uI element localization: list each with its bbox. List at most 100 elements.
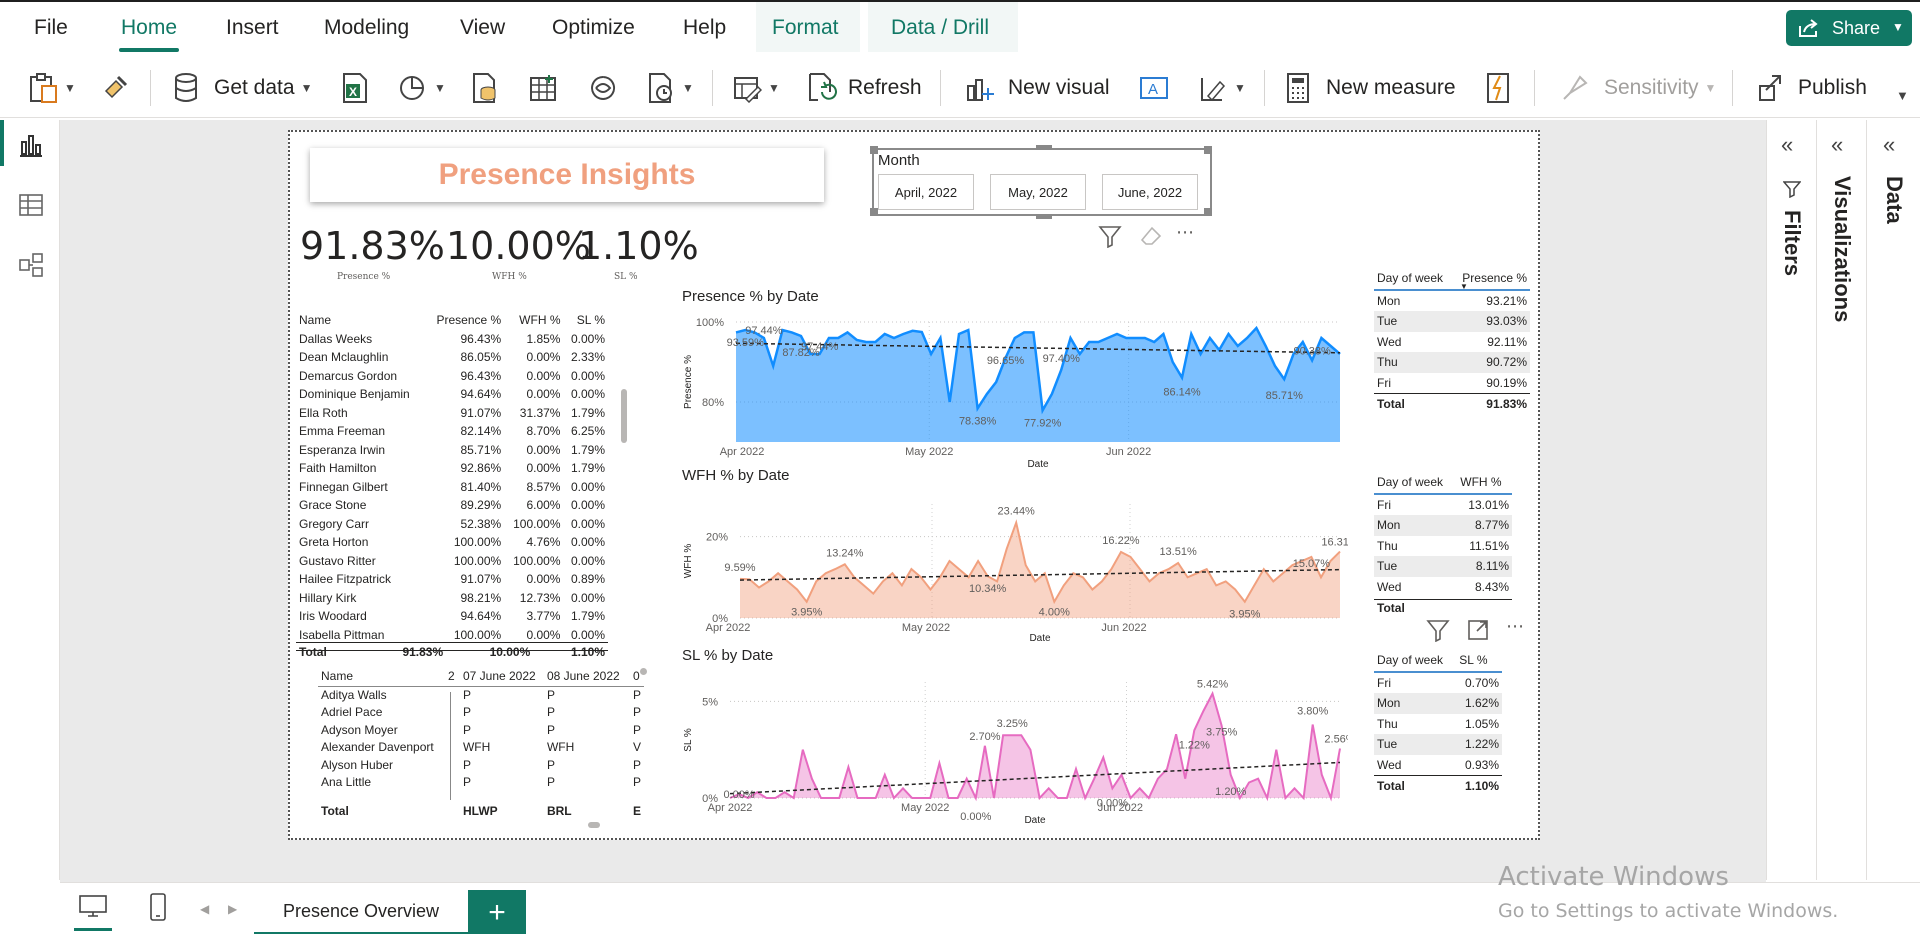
table-row[interactable]: Demarcus Gordon 96.43% 0.00% 0.00% [296, 367, 608, 386]
resize-handle[interactable] [1036, 145, 1052, 150]
sql-server-button[interactable] [470, 68, 500, 108]
share-button[interactable]: Share ▼ [1786, 10, 1912, 46]
visualizations-collapse-icon[interactable]: « [1831, 132, 1843, 158]
menu-file[interactable]: File [34, 16, 68, 40]
visualizations-pane[interactable]: « Visualizations [1816, 120, 1866, 880]
visual-more-options-icon[interactable]: ⋯ [1506, 616, 1524, 637]
column-header-presence[interactable]: Presence % [426, 311, 505, 330]
table-row[interactable]: Thu 11.51% [1374, 536, 1512, 557]
excel-button[interactable]: X [340, 68, 370, 108]
table-row[interactable]: Faith Hamilton 92.86% 0.00% 1.79% [296, 459, 608, 478]
table-row[interactable]: Iris Woodard 94.64% 3.77% 1.79% [296, 607, 608, 626]
menu-optimize[interactable]: Optimize [552, 16, 635, 40]
data-collapse-icon[interactable]: « [1883, 132, 1895, 158]
matrix-row[interactable]: Adyson Moyer P P P [318, 722, 644, 740]
slicer-option-june[interactable]: June, 2022 [1102, 174, 1198, 210]
column-header-day[interactable]: Day of week [1374, 268, 1453, 291]
menu-view[interactable]: View [460, 16, 505, 40]
column-header-sl[interactable]: SL % [563, 311, 608, 330]
table-row[interactable]: Thu 1.05% [1374, 714, 1502, 735]
column-header-wfh[interactable]: WFH % [1457, 472, 1512, 495]
table-row[interactable]: Emma Freeman 82.14% 8.70% 6.25% [296, 422, 608, 441]
resize-handle[interactable] [1036, 214, 1052, 219]
menu-help[interactable]: Help [683, 16, 726, 40]
transform-data-button[interactable]: ▼ [732, 68, 780, 108]
slicer-option-april[interactable]: April, 2022 [878, 174, 974, 210]
table-row[interactable]: Thu 90.72% [1374, 352, 1530, 373]
clear-selections-eraser-icon[interactable] [1138, 224, 1162, 248]
slicer-option-may[interactable]: May, 2022 [990, 174, 1086, 210]
column-header-day[interactable]: Day of week [1374, 472, 1458, 495]
filters-collapse-icon[interactable]: « [1781, 132, 1793, 158]
table-row[interactable]: Hailee Fitzpatrick 91.07% 0.00% 0.89% [296, 570, 608, 589]
sl-by-date-chart[interactable]: 5%0%Apr 2022 May 2022 Jun 2022DateSL %0.00… [680, 668, 1348, 824]
enter-data-button[interactable] [528, 68, 558, 108]
new-visual-button[interactable]: New visual [964, 68, 1110, 108]
next-page-icon[interactable]: ▶ [228, 902, 237, 916]
table-row[interactable]: Greta Horton 100.00% 4.76% 0.00% [296, 533, 608, 552]
more-visuals-button[interactable]: ▼ [1198, 68, 1246, 108]
table-row[interactable]: Mon 1.62% [1374, 693, 1502, 714]
table-row[interactable]: Mon 93.21% [1374, 290, 1530, 312]
model-view-icon[interactable] [18, 252, 44, 278]
matrix-row[interactable]: Aditya Walls P P P [318, 686, 644, 704]
filters-pane[interactable]: « Filters [1766, 120, 1816, 880]
menu-insert[interactable]: Insert [226, 16, 279, 40]
resize-handle[interactable] [1204, 146, 1212, 154]
quick-measure-button[interactable] [1484, 68, 1512, 108]
slicer-more-options-icon[interactable]: ⋯ [1176, 222, 1194, 243]
resize-handle[interactable] [1204, 208, 1212, 216]
menu-home[interactable]: Home [121, 16, 177, 40]
matrix-header-june-07[interactable]: 07 June 2022 [460, 667, 544, 686]
resize-handle[interactable] [870, 146, 878, 154]
menu-modeling[interactable]: Modeling [324, 16, 409, 40]
resize-handle[interactable] [870, 208, 878, 216]
column-header-sl[interactable]: SL % [1456, 650, 1502, 673]
refresh-button[interactable]: Refresh [806, 68, 922, 108]
matrix-row[interactable]: Alyson Huber P P P [318, 757, 644, 775]
paste-button[interactable]: ▼ [28, 68, 76, 108]
table-row[interactable]: Wed 92.11% [1374, 332, 1530, 353]
table-row[interactable]: Tue 93.03% [1374, 311, 1530, 332]
mobile-layout-icon[interactable] [148, 892, 168, 922]
data-pane[interactable]: « Data [1866, 120, 1920, 880]
matrix-header-name[interactable]: Name [318, 667, 448, 686]
matrix-row[interactable]: Alexander Davenport WFH WFH V [318, 739, 644, 757]
get-data-button[interactable]: Get data ▼ [172, 68, 312, 108]
column-header-day[interactable]: Day of week [1374, 650, 1457, 673]
table-row[interactable]: Wed 0.93% [1374, 755, 1502, 776]
table-row[interactable]: Esperanza Irwin 85.71% 0.00% 1.79% [296, 441, 608, 460]
sensitivity-button[interactable]: Sensitivity ▼ [1560, 68, 1716, 108]
presence-by-date-chart[interactable]: 100% 80% Apr 2022 May 2022 Jun 2022 Date Prese… [680, 308, 1348, 468]
table-row[interactable]: Tue 1.22% [1374, 734, 1502, 755]
matrix-header-june-08[interactable]: 08 June 2022 [544, 667, 630, 686]
format-painter-button[interactable] [100, 68, 130, 108]
table-row[interactable]: Dominique Benjamin 94.64% 0.00% 0.00% [296, 385, 608, 404]
slicer-filter-icon[interactable] [1098, 224, 1122, 248]
data-hub-button[interactable]: ▼ [398, 68, 446, 108]
table-row[interactable]: Fri 0.70% [1374, 672, 1502, 694]
page-tab-presence-overview[interactable]: Presence Overview [254, 890, 468, 934]
matrix-header-col[interactable]: 2 [448, 667, 460, 686]
dataverse-button[interactable] [588, 68, 618, 108]
visual-filter-icon[interactable] [1426, 618, 1450, 642]
column-header-wfh[interactable]: WFH % [504, 311, 563, 330]
sort-descending-icon[interactable]: ▼ [1460, 282, 1468, 291]
table-row[interactable]: Dean Mclaughlin 86.05% 0.00% 2.33% [296, 348, 608, 367]
ribbon-collapse-chevron-icon[interactable]: ▼ [1896, 88, 1909, 103]
table-row[interactable]: Wed 8.43% [1374, 577, 1512, 598]
table-row[interactable]: Hillary Kirk 98.21% 12.73% 0.00% [296, 589, 608, 608]
menu-data-drill[interactable]: Data / Drill [891, 16, 989, 40]
table-row[interactable]: Ella Roth 91.07% 31.37% 1.79% [296, 404, 608, 423]
table-row[interactable]: Tue 8.11% [1374, 556, 1512, 577]
matrix-row[interactable]: Ana Little P P P [318, 774, 644, 792]
publish-button[interactable]: Publish [1756, 68, 1867, 108]
focus-mode-icon[interactable] [1466, 618, 1490, 642]
matrix-row[interactable]: Adriel Pace P P P [318, 704, 644, 722]
table-row[interactable]: Finnegan Gilbert 81.40% 8.57% 0.00% [296, 478, 608, 497]
menu-format[interactable]: Format [772, 16, 839, 40]
new-measure-button[interactable]: New measure [1284, 68, 1456, 108]
table-row[interactable]: Dallas Weeks 96.43% 1.85% 0.00% [296, 330, 608, 349]
table-row[interactable]: Fri 90.19% [1374, 373, 1530, 394]
column-header-name[interactable]: Name [296, 311, 426, 330]
